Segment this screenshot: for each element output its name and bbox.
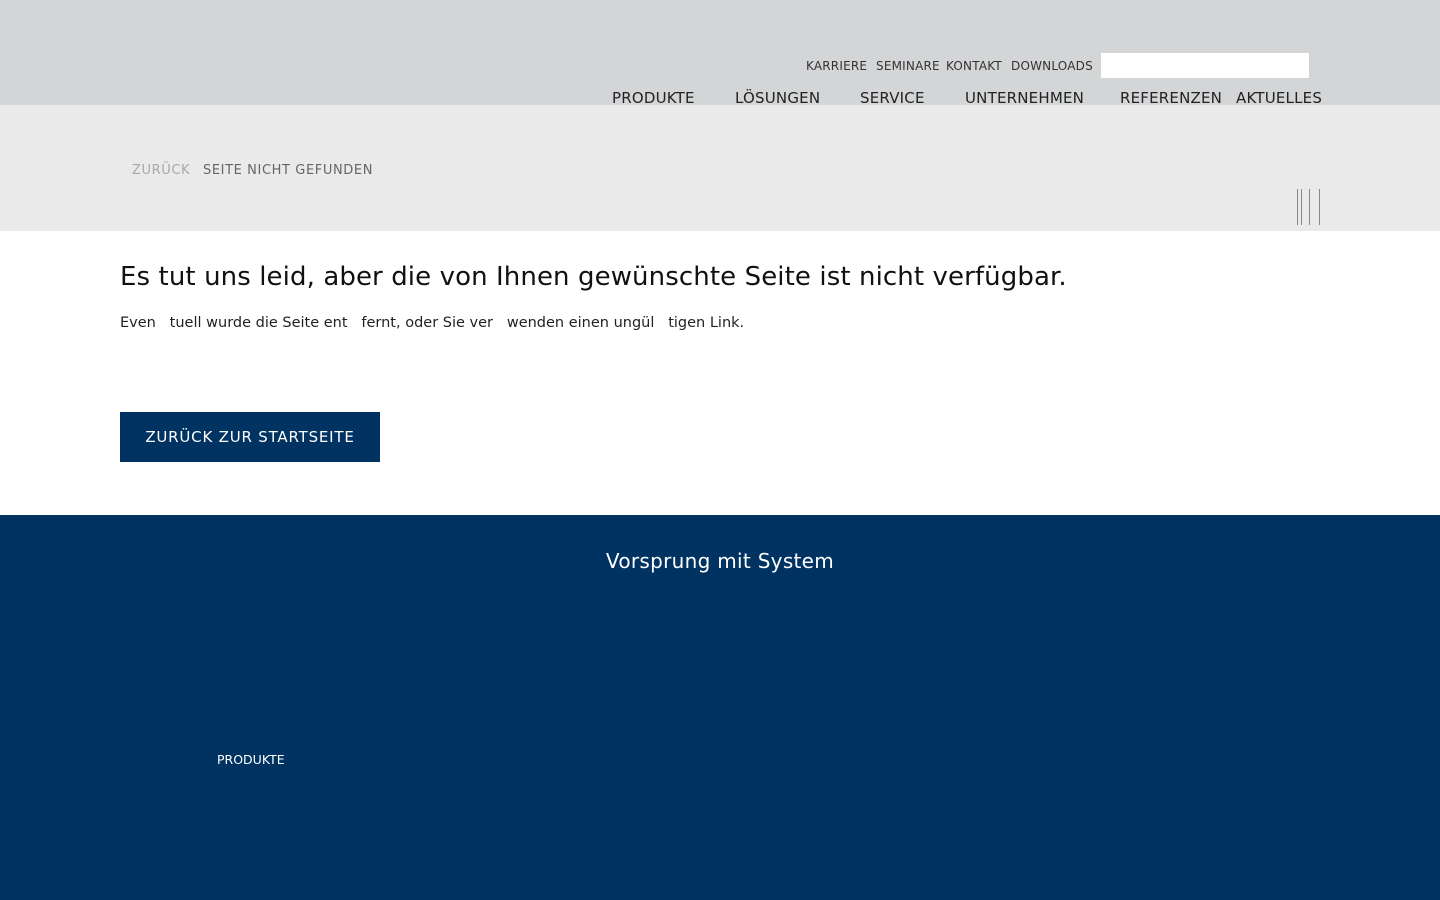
footer-slogan: Vorsprung mit System [605, 549, 835, 573]
back-to-home-button[interactable]: ZURÜCK ZUR STARTSEITE [120, 412, 380, 462]
meta-nav-kontakt[interactable]: KONTAKT [946, 59, 1002, 73]
stripe-line [1319, 189, 1320, 225]
footer-link-produkte[interactable]: PRODUKTE [217, 752, 285, 767]
page-title: Es tut uns leid, aber die von Ihnen gewü… [120, 262, 1067, 292]
meta-nav-karriere[interactable]: KARRIERE [806, 59, 867, 73]
stripe-line [1309, 189, 1310, 225]
meta-nav-seminare[interactable]: SEMINARE [876, 59, 940, 73]
breadcrumb-current: SEITE NICHT GEFUNDEN [203, 163, 374, 178]
error-description: Even tuell wurde die Seite ent fernt, od… [120, 315, 745, 331]
stripe-line [1301, 189, 1302, 225]
meta-nav-downloads[interactable]: DOWNLOADS [1011, 59, 1093, 73]
breadcrumb-back-link[interactable]: ZURÜCK [132, 163, 190, 178]
search-input[interactable] [1101, 53, 1309, 78]
stripe-line [1297, 189, 1298, 225]
